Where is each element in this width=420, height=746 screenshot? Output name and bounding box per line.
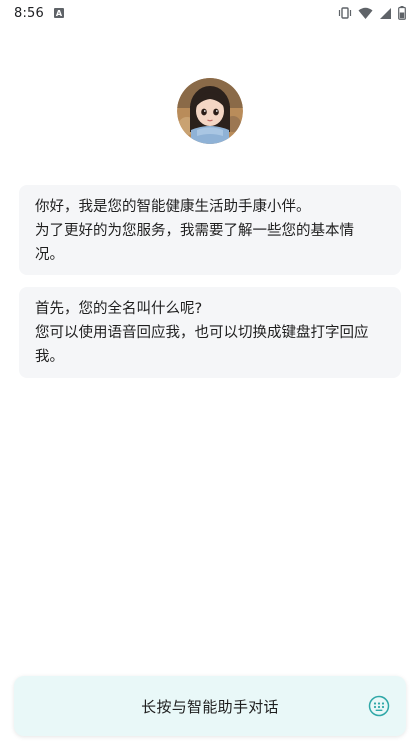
vibrate-icon (338, 7, 352, 19)
message-line: 况。 (35, 247, 64, 263)
battery-icon (398, 6, 406, 20)
keyboard-icon[interactable] (368, 695, 390, 717)
status-left: 8:56 A (0, 6, 64, 21)
assistant-message: 首先，您的全名叫什么呢? 您可以使用语音回应我，也可以切换成键盘打字回应 我。 (19, 287, 401, 378)
message-line: 你好，我是您的智能健康生活助手康小伴。 (35, 199, 311, 215)
status-bar: 8:56 A (0, 0, 420, 26)
message-line: 为了更好的为您服务，我需要了解一些您的基本情 (35, 223, 354, 239)
message-line: 首先，您的全名叫什么呢? (35, 301, 203, 317)
notification-a-icon: A (54, 8, 64, 18)
status-right (338, 6, 420, 20)
status-time: 8:56 (14, 5, 44, 21)
wifi-icon (358, 7, 373, 19)
signal-icon (380, 7, 391, 19)
message-line: 我。 (35, 349, 64, 365)
assistant-avatar (177, 78, 243, 144)
hold-to-talk-button[interactable]: 长按与智能助手对话 (14, 676, 406, 736)
message-line: 您可以使用语音回应我，也可以切换成键盘打字回应 (35, 325, 369, 341)
assistant-message: 你好，我是您的智能健康生活助手康小伴。 为了更好的为您服务，我需要了解一些您的基… (19, 185, 401, 275)
chat-screen: 8:56 A 你好，我是您的智能健康生活助手康小伴。 为了更好的为您服务，我需要… (0, 0, 420, 746)
hold-to-talk-label: 长按与智能助手对话 (141, 697, 279, 716)
